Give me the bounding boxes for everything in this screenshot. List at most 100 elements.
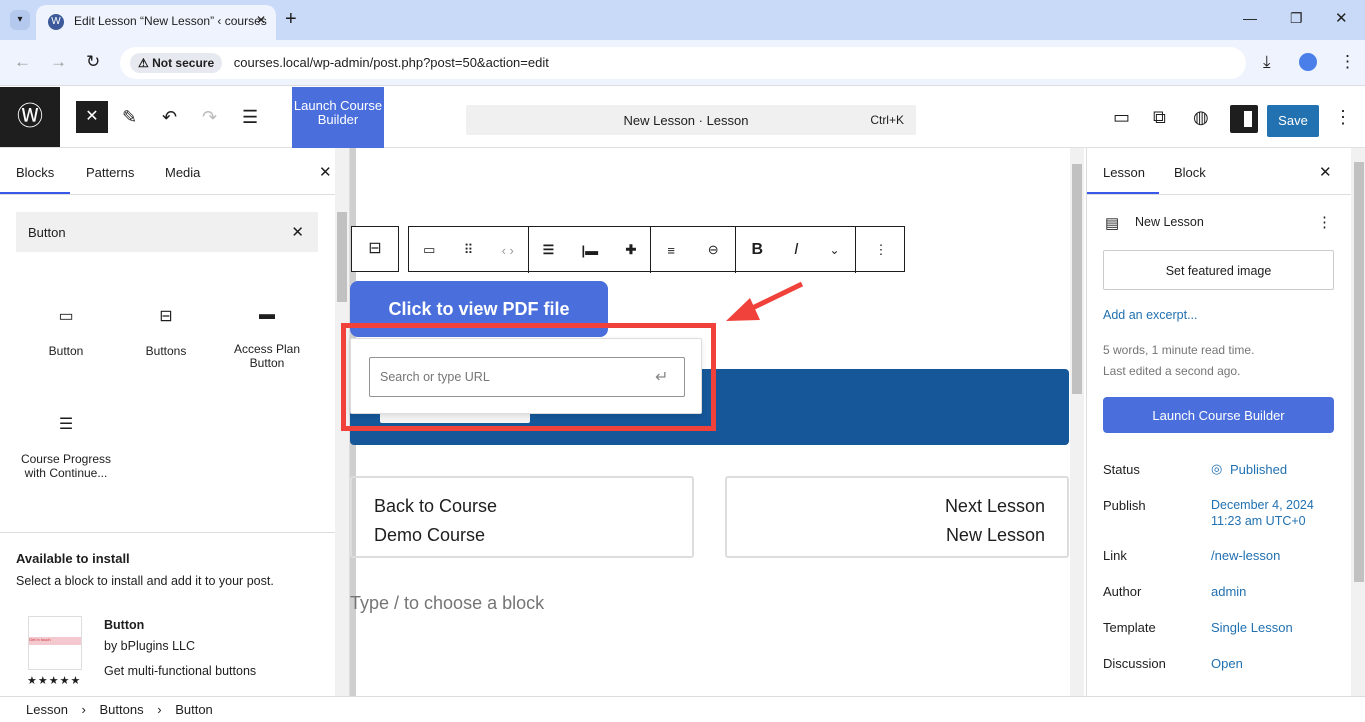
link-icon[interactable]: ⊖ (708, 242, 719, 258)
close-inserter-icon[interactable]: ✕ (319, 163, 332, 181)
security-text: Not secure (152, 56, 215, 70)
author-value[interactable]: admin (1211, 584, 1246, 599)
tab-title: Edit Lesson “New Lesson” ‹ courses (74, 14, 267, 28)
breadcrumb-buttons[interactable]: Buttons (100, 702, 144, 717)
block-label: Course Progress with Continue... (20, 452, 112, 480)
publish-date-value[interactable]: December 4, 2024 11:23 am UTC+0 (1211, 497, 1331, 529)
plugin-name[interactable]: Button (104, 618, 144, 632)
view-post-icon[interactable]: ⧉ (1153, 107, 1166, 128)
breadcrumb-lesson[interactable]: Lesson (26, 702, 68, 717)
breadcrumb-button[interactable]: Button (175, 702, 213, 717)
tab-patterns[interactable]: Patterns (86, 165, 134, 180)
canvas-scrollbar[interactable] (1070, 148, 1084, 696)
block-label: Button (48, 344, 84, 358)
next-label: Next Lesson (944, 496, 1045, 516)
tab-blocks[interactable]: Blocks (16, 165, 54, 180)
post-title: New Lesson (1135, 215, 1204, 229)
redo-icon[interactable]: ↷ (202, 107, 217, 128)
settings-sidebar-toggle-icon[interactable] (1230, 105, 1258, 133)
more-formatting-chevron-icon[interactable]: ⌄ (829, 243, 839, 257)
buttons-icon: ⊟ (159, 308, 173, 325)
block-item-button[interactable]: ▭ Button (16, 306, 116, 358)
editor-header: Ⓦ ✕ ✎ ↶ ↷ ☰ Launch Course Builder New Le… (0, 87, 1365, 153)
security-badge[interactable]: ⚠ Not secure (130, 53, 223, 73)
last-edited: Last edited a second ago. (1103, 364, 1241, 378)
tab-media[interactable]: Media (165, 165, 200, 180)
download-icon[interactable]: ⤓ (1263, 52, 1271, 72)
plugin-thumbnail[interactable]: Get in touch (28, 616, 82, 670)
drag-handle-icon[interactable]: ⠿ (464, 242, 474, 258)
install-title: Available to install (16, 551, 130, 566)
justify-icon[interactable]: ☰ (543, 242, 555, 258)
discussion-label: Discussion (1103, 656, 1166, 671)
tab-block[interactable]: Block (1174, 165, 1206, 180)
wordpress-logo-icon[interactable]: Ⓦ (0, 87, 60, 147)
text-align-icon[interactable]: ≡ (667, 243, 675, 258)
breadcrumb-separator-icon: › (81, 702, 86, 717)
undo-icon[interactable]: ↶ (162, 107, 177, 128)
extension-icon[interactable] (1299, 53, 1317, 71)
align-left-icon[interactable]: |▬ (582, 243, 599, 258)
sidebar-launch-course-builder-button[interactable]: Launch Course Builder (1103, 397, 1334, 433)
link-label: Link (1103, 548, 1127, 563)
next-lesson-link[interactable]: Next Lesson New Lesson (725, 476, 1069, 558)
block-inserter-panel: Blocks Patterns Media ✕ Button ✕ ▭ Button… (0, 148, 350, 696)
bold-icon[interactable]: B (751, 241, 763, 259)
document-title: New Lesson · Lesson (623, 113, 749, 128)
back-to-course-link[interactable]: Back to Course Demo Course (350, 476, 694, 558)
minimize-icon[interactable]: — (1243, 10, 1257, 26)
close-inserter-button[interactable]: ✕ (76, 101, 108, 133)
reload-icon[interactable]: ↻ (86, 52, 100, 72)
plugin-author: by bPlugins LLC (104, 639, 196, 653)
document-overview-icon[interactable]: ☰ (242, 107, 258, 128)
block-options-icon[interactable]: ⋮ (875, 242, 888, 258)
plugin-description: Get multi-functional buttons (104, 664, 257, 678)
status-value[interactable]: Published (1230, 462, 1287, 477)
new-tab-icon[interactable]: + (285, 8, 297, 31)
globe-icon[interactable]: ◍ (1193, 107, 1209, 128)
italic-icon[interactable]: I (794, 241, 798, 259)
close-sidebar-icon[interactable]: ✕ (1319, 163, 1332, 181)
back-label: Back to Course (374, 496, 498, 516)
back-icon[interactable]: ← (14, 52, 31, 72)
button-block-icon[interactable]: ▭ (423, 242, 435, 258)
browser-tab[interactable]: W Edit Lesson “New Lesson” ‹ courses ✕ (36, 5, 276, 40)
progress-icon: ☰ (58, 416, 74, 433)
restore-icon[interactable]: ❐ (1290, 10, 1303, 27)
forward-icon[interactable]: → (50, 52, 67, 72)
template-value[interactable]: Single Lesson (1211, 620, 1293, 635)
block-search-input[interactable]: Button ✕ (16, 212, 318, 252)
author-label: Author (1103, 584, 1142, 599)
block-appender[interactable]: Type / to choose a block (350, 593, 544, 614)
sidebar-scrollbar[interactable] (1351, 148, 1365, 696)
block-item-course-progress[interactable]: ☰ Course Progress with Continue... (16, 414, 116, 480)
tab-lesson[interactable]: Lesson (1103, 165, 1145, 180)
thumbnail-text: Get in touch (29, 637, 81, 645)
block-item-buttons[interactable]: ⊟ Buttons (116, 306, 216, 358)
options-menu-icon[interactable]: ⋮ (1334, 107, 1352, 128)
vertical-align-icon[interactable]: ✚ (625, 242, 636, 258)
active-tab-indicator (1087, 192, 1159, 194)
launch-course-builder-button[interactable]: Launch Course Builder (292, 87, 384, 153)
block-item-access-plan-button[interactable]: ▬ Access Plan Button (217, 306, 317, 370)
browser-menu-icon[interactable]: ⋮ (1339, 52, 1356, 72)
post-actions-icon[interactable]: ⋮ (1317, 213, 1332, 231)
link-value[interactable]: /new-lesson (1211, 548, 1280, 563)
clear-search-icon[interactable]: ✕ (291, 223, 304, 241)
set-featured-image-button[interactable]: Set featured image (1103, 250, 1334, 290)
url-field[interactable]: ⚠ Not secure courses.local/wp-admin/post… (120, 47, 1246, 79)
add-excerpt-link[interactable]: Add an excerpt... (1103, 308, 1198, 322)
save-button[interactable]: Save (1267, 105, 1319, 137)
command-palette-button[interactable]: New Lesson · Lesson Ctrl+K (466, 105, 916, 135)
close-tab-icon[interactable]: ✕ (256, 13, 266, 27)
preview-device-icon[interactable]: ▭ (1113, 107, 1130, 128)
move-arrows-icon[interactable]: ‹ › (502, 243, 514, 258)
parent-block-selector-icon[interactable]: ⊟ (351, 226, 399, 272)
tab-list-icon[interactable]: ▾ (10, 10, 30, 30)
shortcut-hint: Ctrl+K (870, 113, 904, 127)
block-breadcrumb: Lesson › Buttons › Button (0, 696, 1365, 722)
edit-pencil-icon[interactable]: ✎ (122, 107, 137, 128)
block-label: Access Plan Button (233, 342, 301, 370)
discussion-value[interactable]: Open (1211, 656, 1243, 671)
close-window-icon[interactable]: ✕ (1335, 9, 1348, 27)
